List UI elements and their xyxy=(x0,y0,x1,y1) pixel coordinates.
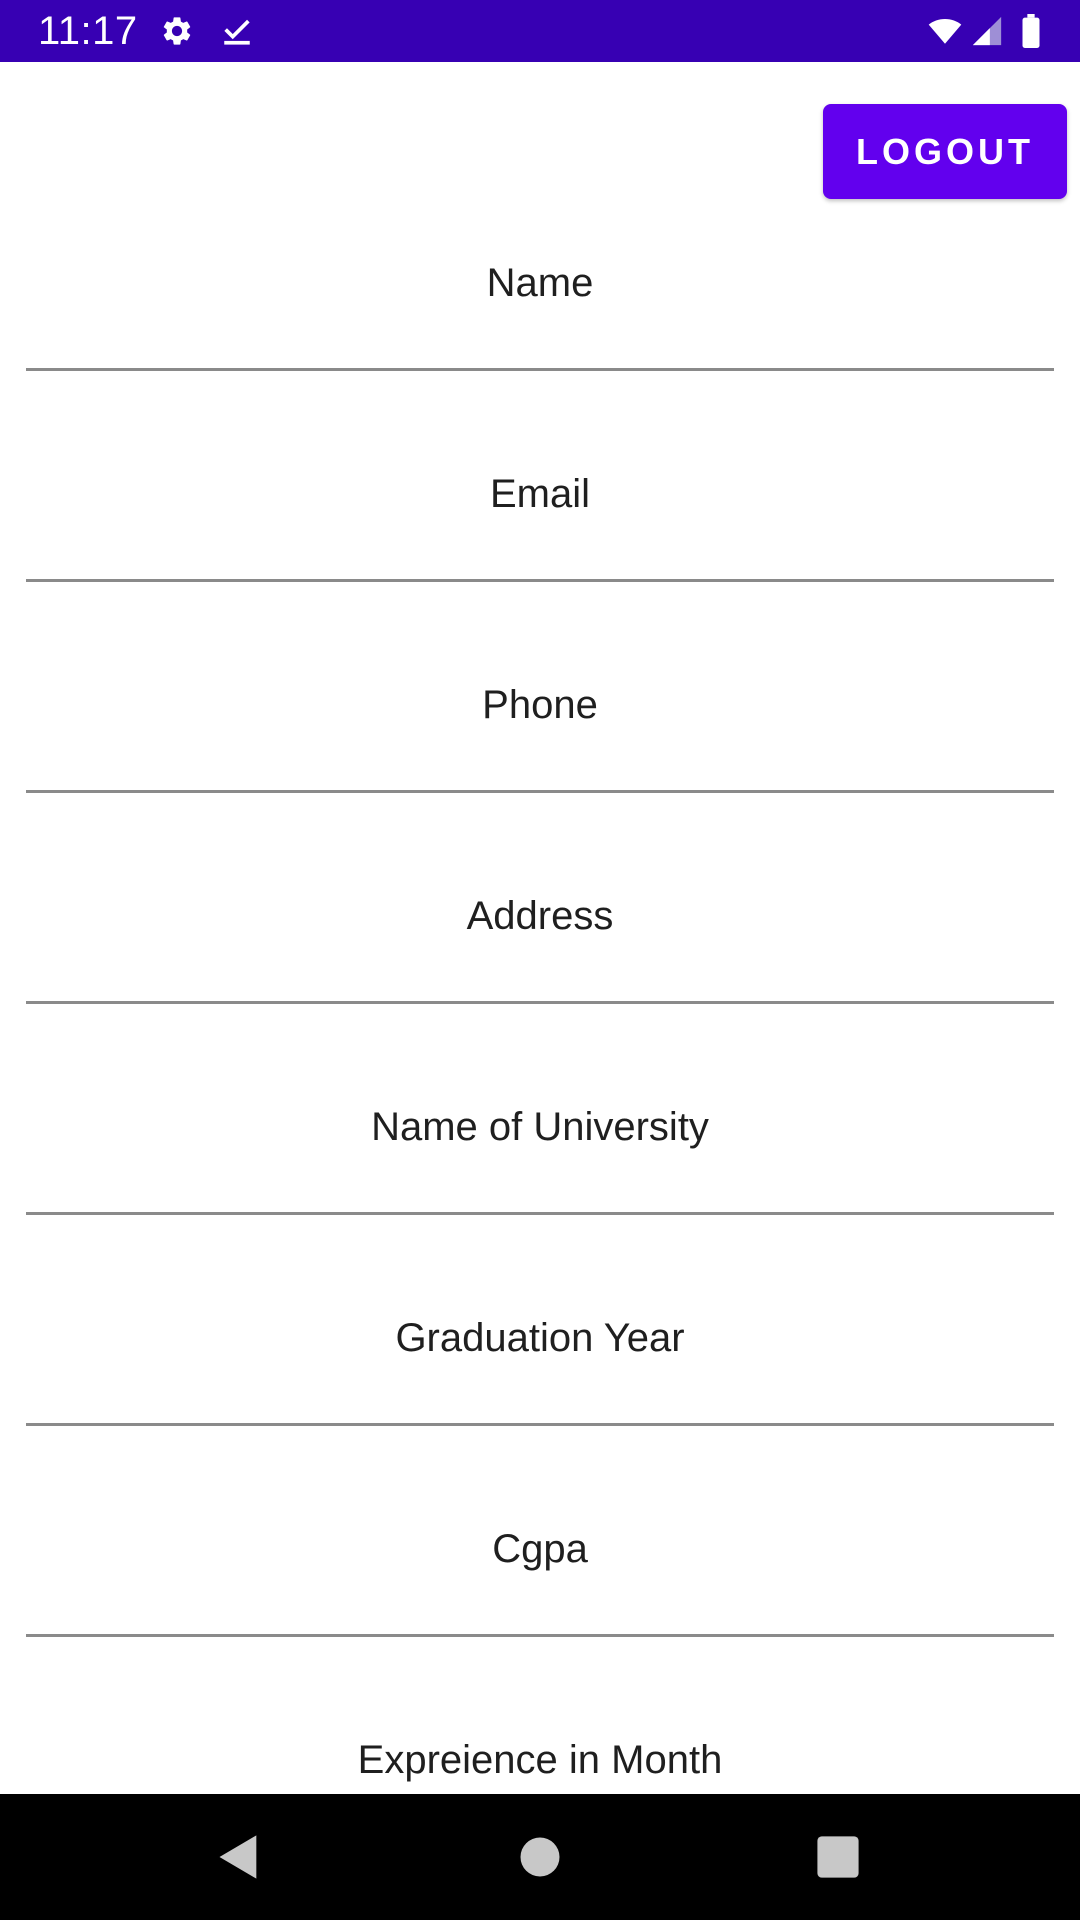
graduation-year-field[interactable]: Graduation Year xyxy=(26,1240,1054,1451)
university-field[interactable]: Name of University xyxy=(26,1029,1054,1240)
cgpa-field[interactable]: Cgpa xyxy=(26,1451,1054,1662)
field-underline xyxy=(26,579,1054,582)
recents-icon[interactable] xyxy=(812,1831,864,1883)
field-input[interactable]: Name xyxy=(26,185,1054,347)
field-underline xyxy=(26,1212,1054,1215)
check-download-icon xyxy=(220,14,254,48)
field-input[interactable]: Cgpa xyxy=(26,1451,1054,1613)
status-time: 11:17 xyxy=(38,9,138,53)
field-placeholder: Phone xyxy=(482,683,598,727)
field-underline xyxy=(26,1001,1054,1004)
field-placeholder: Address xyxy=(466,894,614,938)
field-placeholder: Name of University xyxy=(371,1105,709,1149)
field-placeholder: Email xyxy=(489,472,591,516)
navigation-bar xyxy=(0,1794,1080,1920)
phone-field[interactable]: Phone xyxy=(26,607,1054,818)
field-input[interactable]: Email xyxy=(26,396,1054,558)
email-field[interactable]: Email xyxy=(26,396,1054,607)
field-underline xyxy=(26,1423,1054,1426)
field-placeholder: Name xyxy=(486,261,594,305)
signal-icon xyxy=(970,14,1004,48)
screen: 11:17 LOGOUT Name Email Phone Address Na… xyxy=(0,0,1080,1920)
field-underline xyxy=(26,1634,1054,1637)
home-icon[interactable] xyxy=(514,1831,566,1883)
back-icon[interactable] xyxy=(213,1831,265,1883)
name-field[interactable]: Name xyxy=(26,185,1054,396)
field-input[interactable]: Graduation Year xyxy=(26,1240,1054,1402)
field-placeholder: Graduation Year xyxy=(395,1316,685,1360)
field-input[interactable]: Name of University xyxy=(26,1029,1054,1191)
field-underline xyxy=(26,368,1054,371)
field-placeholder: Cgpa xyxy=(492,1527,588,1571)
battery-icon xyxy=(1016,14,1046,48)
field-input[interactable]: Address xyxy=(26,818,1054,980)
status-bar: 11:17 xyxy=(0,0,1080,62)
gear-icon xyxy=(160,14,194,48)
field-input[interactable]: Phone xyxy=(26,607,1054,769)
wifi-icon xyxy=(924,14,966,48)
address-field[interactable]: Address xyxy=(26,818,1054,1029)
field-underline xyxy=(26,790,1054,793)
